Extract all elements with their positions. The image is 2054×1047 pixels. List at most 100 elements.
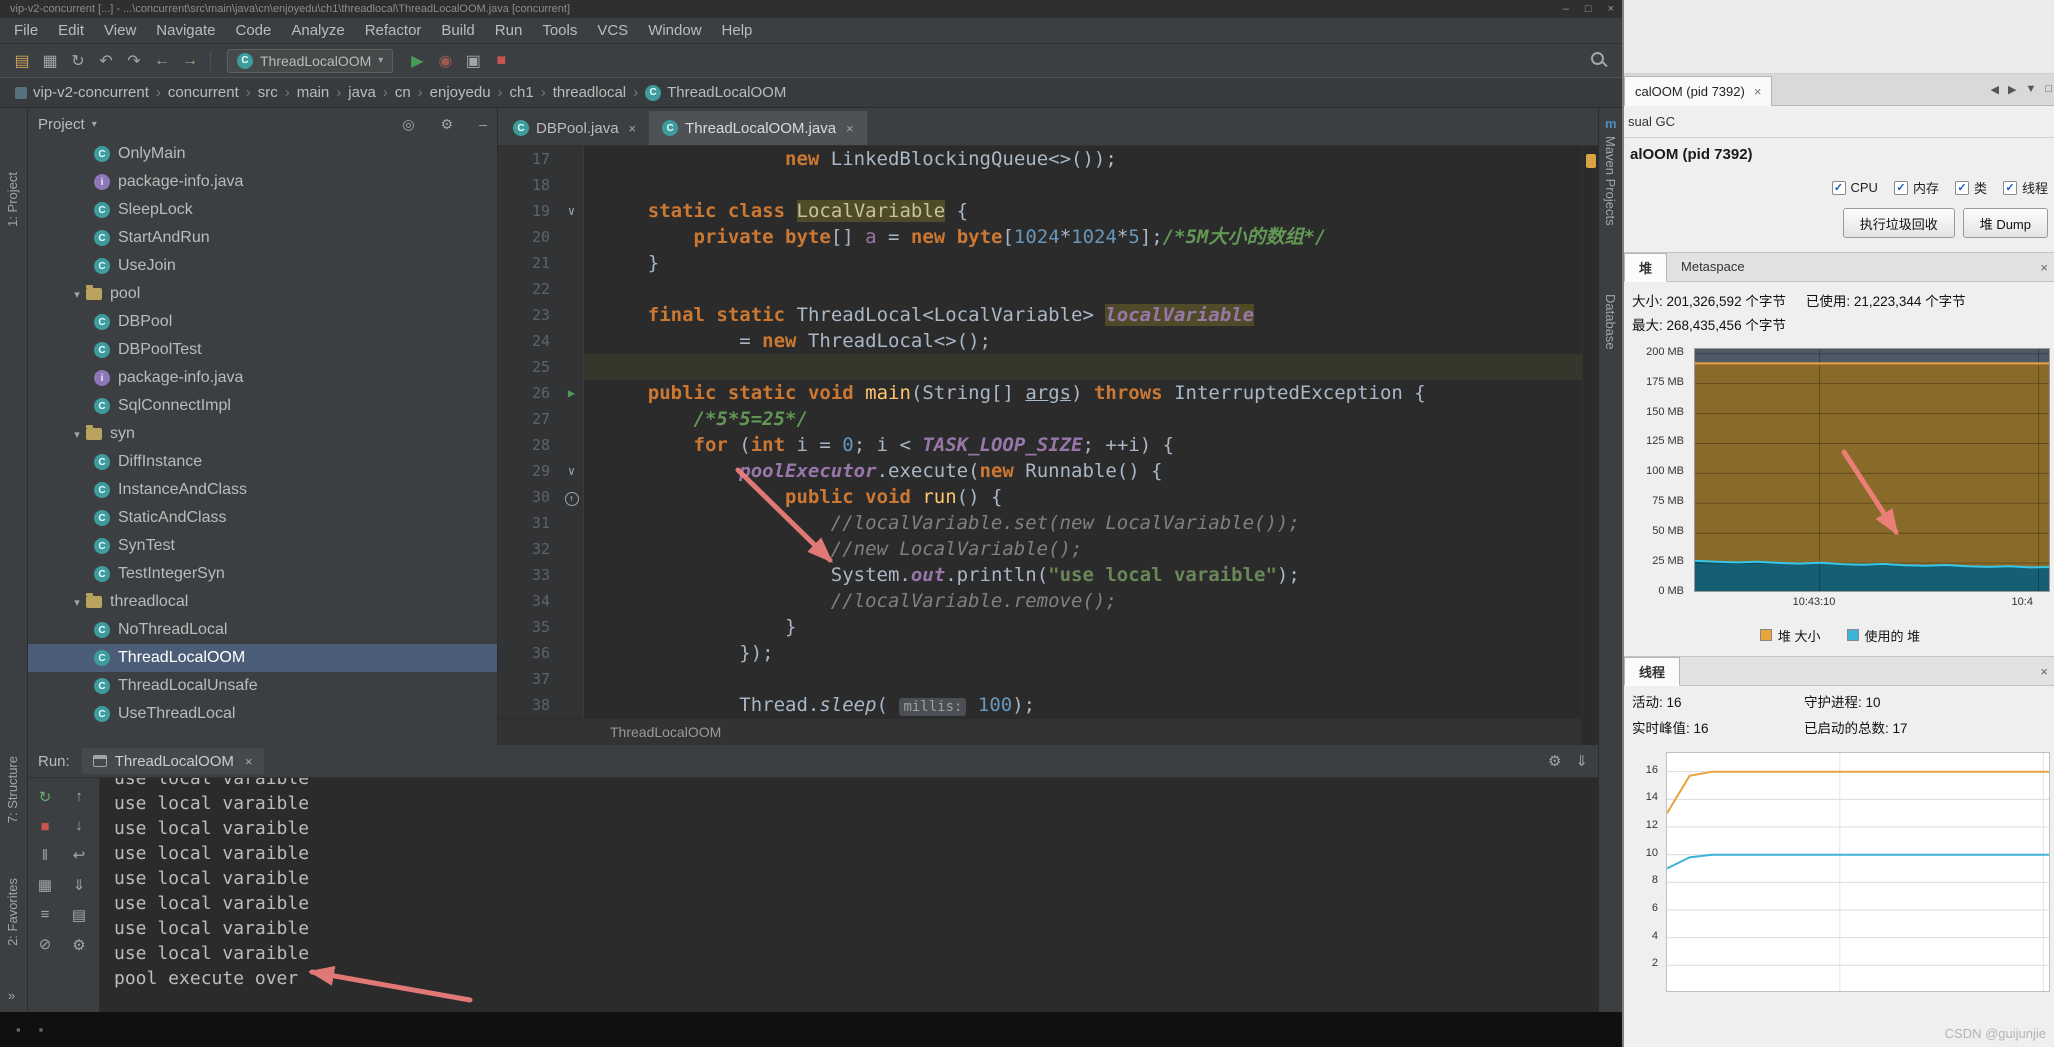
scroll-down-icon[interactable]: ⇓ — [1575, 752, 1588, 770]
tab-heap[interactable]: 堆 — [1624, 253, 1667, 282]
breadcrumb-item-concurrent[interactable]: concurrent — [165, 84, 242, 101]
maximize-icon[interactable]: □ — [2045, 83, 2052, 96]
breadcrumb-item-java[interactable]: java — [345, 84, 379, 101]
up-stack-icon[interactable]: ↑ — [75, 788, 83, 805]
tree-item-threadlocal[interactable]: ▾threadlocal — [28, 588, 497, 616]
menu-tools[interactable]: Tools — [532, 22, 587, 39]
close-icon[interactable]: × — [846, 121, 854, 136]
editor-tab-threadlocaloom.java[interactable]: CThreadLocalOOM.java× — [649, 111, 867, 145]
tree-item-nothreadlocal[interactable]: CNoThreadLocal — [28, 616, 497, 644]
print-icon[interactable]: ▤ — [72, 906, 86, 924]
open-icon[interactable]: ▤ — [8, 51, 36, 71]
settings-icon[interactable]: ⚙ — [1548, 752, 1561, 770]
menu-code[interactable]: Code — [225, 22, 281, 39]
breadcrumb-item-cn[interactable]: cn — [392, 84, 414, 101]
menu-run[interactable]: Run — [485, 22, 533, 39]
editor-scrollbar[interactable] — [1582, 146, 1598, 718]
close-icon[interactable]: × — [245, 754, 253, 769]
menu-refactor[interactable]: Refactor — [355, 22, 432, 39]
checkbox-线程[interactable]: ✓线程 — [2003, 178, 2048, 197]
project-panel-title[interactable]: Project — [38, 116, 85, 133]
chevron-down-icon[interactable]: ▾ — [68, 288, 86, 301]
fold-icon[interactable]: ∨ — [568, 464, 575, 478]
tree-item-threadlocaloom[interactable]: CThreadLocalOOM — [28, 644, 497, 672]
tool-window-database-button[interactable]: Database — [1603, 294, 1618, 350]
save-all-icon[interactable]: ▦ — [36, 51, 64, 71]
tree-item-staticandclass[interactable]: CStaticAndClass — [28, 504, 497, 532]
tree-item-threadlocalunsafe[interactable]: CThreadLocalUnsafe — [28, 672, 497, 700]
menu-analyze[interactable]: Analyze — [281, 22, 354, 39]
breadcrumb-item-vip-v2-concurrent[interactable]: vip-v2-concurrent — [12, 84, 152, 101]
redo-icon[interactable]: ↷ — [120, 51, 148, 71]
tree-item-diffinstance[interactable]: CDiffInstance — [28, 448, 497, 476]
stop-icon[interactable]: ■ — [40, 818, 49, 835]
minimize-icon[interactable]: – — [1563, 0, 1569, 18]
history-icon[interactable]: ≡ — [41, 906, 50, 923]
menu-navigate[interactable]: Navigate — [146, 22, 225, 39]
editor-tab-dbpool.java[interactable]: CDBPool.java× — [500, 111, 649, 145]
sync-icon[interactable]: ↻ — [64, 51, 92, 71]
stop-icon[interactable]: ■ — [487, 52, 515, 70]
close-icon[interactable]: × — [1754, 84, 1762, 99]
checkbox-内存[interactable]: ✓内存 — [1894, 178, 1939, 197]
down-stack-icon[interactable]: ↓ — [75, 817, 83, 834]
checkbox-类[interactable]: ✓类 — [1955, 178, 1987, 197]
run-line-icon[interactable]: ▶ — [568, 386, 575, 400]
tree-item-dbpool[interactable]: CDBPool — [28, 308, 497, 336]
locate-icon[interactable]: ◎ — [402, 116, 414, 133]
scroll-to-end-icon[interactable]: ⇓ — [73, 876, 86, 894]
heap-dump-button[interactable]: 堆 Dump — [1963, 208, 2048, 238]
chevron-down-icon[interactable]: ▾ — [92, 119, 97, 130]
status-bar-icon[interactable]: ▪ — [16, 1022, 21, 1037]
chevron-down-icon[interactable]: ▾ — [68, 428, 86, 441]
menu-file[interactable]: File — [4, 22, 48, 39]
pause-icon[interactable]: ‖ — [42, 847, 48, 864]
visualvm-process-tab[interactable]: calOOM (pid 7392) × — [1624, 76, 1772, 106]
breadcrumb-item-main[interactable]: main — [294, 84, 333, 101]
tree-item-usethreadlocal[interactable]: CUseThreadLocal — [28, 700, 497, 728]
menu-view[interactable]: View — [94, 22, 146, 39]
breadcrumb-item-threadlocal[interactable]: threadlocal — [550, 84, 629, 101]
settings-icon[interactable]: ⚙ — [72, 936, 85, 954]
close-icon[interactable]: × — [629, 121, 637, 136]
tree-item-testintegersyn[interactable]: CTestIntegerSyn — [28, 560, 497, 588]
maximize-icon[interactable]: □ — [1585, 0, 1592, 18]
tree-item-package-info.java[interactable]: ipackage-info.java — [28, 168, 497, 196]
menu-vcs[interactable]: VCS — [587, 22, 638, 39]
tool-window-structure-button[interactable]: 7: Structure — [5, 756, 20, 823]
tree-item-startandrun[interactable]: CStartAndRun — [28, 224, 497, 252]
more-tool-windows-icon[interactable]: » — [8, 988, 15, 1003]
run-icon[interactable]: ▶ — [403, 51, 431, 71]
code-editor[interactable]: 17 new LinkedBlockingQueue<>());1819∨ st… — [498, 146, 1582, 718]
tab-list-icon[interactable]: ▼ — [2025, 83, 2036, 96]
clear-icon[interactable]: ⊘ — [39, 935, 52, 953]
console-output[interactable]: use local varaibleuse local varaibleuse … — [100, 778, 1598, 1012]
tab-metaspace[interactable]: Metaspace — [1667, 252, 1759, 281]
tree-item-syntest[interactable]: CSynTest — [28, 532, 497, 560]
tree-item-package-info.java[interactable]: ipackage-info.java — [28, 364, 497, 392]
menu-edit[interactable]: Edit — [48, 22, 94, 39]
settings-icon[interactable]: ⚙ — [441, 116, 454, 133]
tree-item-onlymain[interactable]: COnlyMain — [28, 140, 497, 168]
restore-layout-icon[interactable]: ▦ — [38, 876, 52, 894]
menu-build[interactable]: Build — [431, 22, 484, 39]
back-icon[interactable]: ← — [148, 52, 176, 70]
rerun-icon[interactable]: ↻ — [39, 788, 52, 806]
soft-wrap-icon[interactable]: ↩ — [73, 846, 86, 864]
coverage-icon[interactable]: ▣ — [459, 51, 487, 71]
tree-item-pool[interactable]: ▾pool — [28, 280, 497, 308]
fold-icon[interactable]: ∨ — [568, 204, 575, 218]
breadcrumb-item-threadlocaloom[interactable]: CThreadLocalOOM — [642, 84, 789, 101]
close-icon[interactable]: × — [1608, 0, 1614, 18]
run-tab[interactable]: ThreadLocalOOM × — [82, 748, 264, 774]
search-everywhere-button[interactable] — [1591, 52, 1604, 70]
tool-window-project-button[interactable]: 1: Project — [5, 172, 20, 227]
close-icon[interactable]: × — [2040, 664, 2048, 679]
editor-breadcrumb[interactable]: ThreadLocalOOM — [498, 718, 1582, 745]
status-bar-icon[interactable]: ▪ — [39, 1022, 44, 1037]
tree-item-sleeplock[interactable]: CSleepLock — [28, 196, 497, 224]
debug-icon[interactable]: ◉ — [431, 51, 459, 71]
breadcrumb-item-src[interactable]: src — [255, 84, 281, 101]
scroll-right-icon[interactable]: ▶ — [2008, 83, 2016, 96]
tab-threads[interactable]: 线程 — [1624, 657, 1680, 686]
